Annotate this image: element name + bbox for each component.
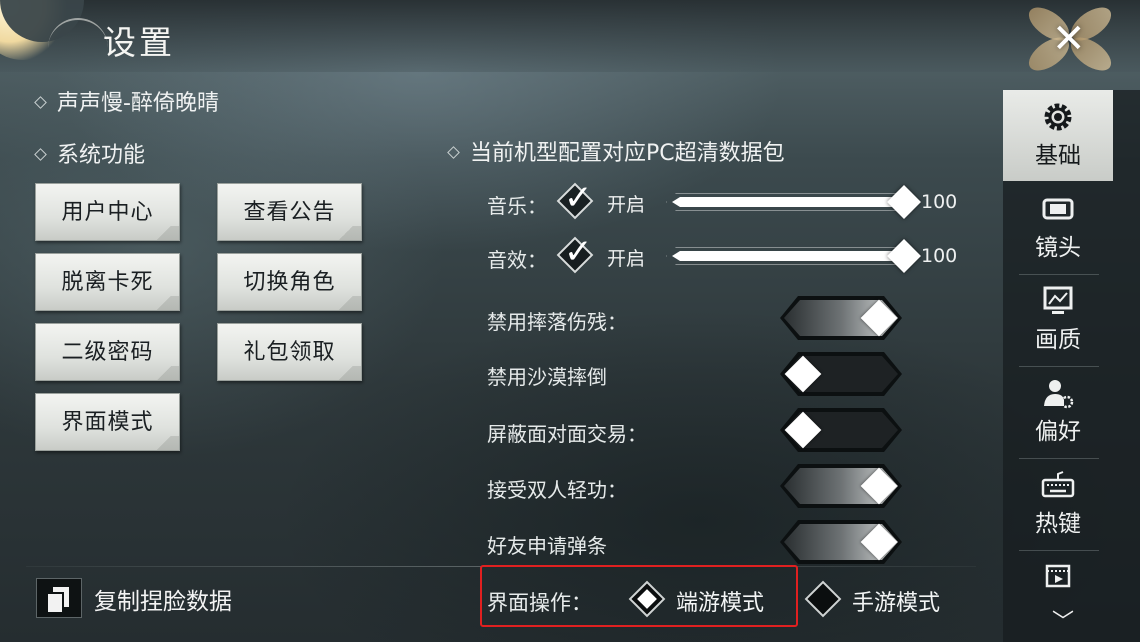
system-functions-heading: 系统功能 [34,137,146,169]
slider-handle[interactable] [887,185,921,219]
music-volume-value: 100 [921,191,958,213]
tab-camera[interactable]: 镜头 [1003,182,1113,273]
mobile-mode-radio[interactable] [804,580,842,618]
sfx-volume-slider[interactable] [666,239,921,273]
friend-request-popup-label: 好友申请弹条 [487,534,607,558]
keyboard-icon [1041,471,1075,498]
film-icon [1045,564,1071,588]
gear-icon [1044,103,1072,131]
close-button[interactable]: ✕ [1022,0,1118,78]
account-name-heading: 声声慢-醉倚晚晴 [34,85,219,117]
disable-fall-injury-toggle[interactable] [780,296,902,340]
block-trade-toggle[interactable] [780,408,902,452]
tab-graphics[interactable]: 画质 [1003,274,1113,365]
friend-request-popup-toggle[interactable] [780,520,902,564]
view-announcement-button[interactable]: 查看公告 [217,183,362,241]
interface-mode-button[interactable]: 界面模式 [35,393,180,451]
user-center-button[interactable]: 用户中心 [35,183,180,241]
gift-pack-button[interactable]: 礼包领取 [217,323,362,381]
title-bar: 设置 ✕ [0,0,1140,78]
tab-camera-label: 镜头 [1035,235,1081,261]
scroll-down-chevron-icon[interactable]: ﹀ [1052,604,1074,636]
accept-double-qinggong-toggle[interactable] [780,464,902,508]
sfx-enable-checkbox[interactable]: ✓ [556,232,594,274]
settings-screen: 设置 ✕ 声声慢-醉倚晚晴 系统功能 用户中心 查看公告 脱离卡死 切换角色 二… [0,0,1140,642]
close-x-icon: ✕ [1052,16,1086,62]
tab-preferences-label: 偏好 [1035,419,1081,445]
pc-mode-radio[interactable] [628,580,666,618]
disable-desert-fall-toggle[interactable] [780,352,902,396]
tab-hotkeys-label: 热键 [1035,511,1081,537]
disable-fall-injury-label: 禁用摔落伤残： [487,310,627,334]
music-enable-checkbox[interactable]: ✓ [556,178,594,220]
sfx-enable-label: 开启 [607,248,646,270]
check-icon: ✓ [564,232,593,272]
music-volume-slider[interactable] [666,185,921,219]
mobile-mode-label[interactable]: 手游模式 [852,585,940,617]
disable-desert-fall-label: 禁用沙漠摔倒 [487,365,607,389]
radio-frame [804,580,842,618]
unstuck-button[interactable]: 脱离卡死 [35,253,180,311]
ui-mode-label: 界面操作： [487,591,592,615]
secondary-password-button[interactable]: 二级密码 [35,323,180,381]
slider-track [672,197,906,207]
user-gear-icon [1044,380,1074,409]
music-label: 音乐： [487,194,547,218]
sfx-label: 音效： [487,248,547,272]
accept-double-qinggong-label: 接受双人轻功： [487,478,627,502]
slider-track [672,251,906,261]
tab-basic-label: 基础 [1035,143,1081,169]
tab-preferences[interactable]: 偏好 [1003,366,1113,457]
pc-data-pack-label: 当前机型配置对应PC超清数据包 [470,141,785,166]
sfx-volume-value: 100 [921,245,958,267]
account-name: 声声慢-醉倚晚晴 [57,91,219,116]
page-title: 设置 [103,23,175,62]
pc-mode-label[interactable]: 端游模式 [676,585,764,617]
slider-handle[interactable] [887,239,921,273]
monitor-icon [1043,286,1073,314]
camera-frame-icon [1042,198,1074,220]
diamond-bullet-icon [34,148,47,161]
tab-hotkeys[interactable]: 热键 [1003,458,1113,549]
diamond-bullet-icon [447,146,460,159]
copy-sheet-front [48,592,64,612]
music-enable-label: 开启 [607,194,646,216]
pc-data-pack-heading: 当前机型配置对应PC超清数据包 [447,135,785,167]
copy-icon [36,578,82,618]
check-icon: ✓ [564,178,593,218]
system-functions-label: 系统功能 [57,143,146,168]
tab-basic[interactable]: 基础 [1003,90,1113,181]
block-trade-label: 屏蔽面对面交易： [487,422,647,446]
switch-character-button[interactable]: 切换角色 [217,253,362,311]
copy-face-data-label: 复制捏脸数据 [94,589,232,615]
settings-tab-bar: 基础 镜头 画质 偏好 热键 [1003,90,1140,642]
tab-graphics-label: 画质 [1035,327,1081,353]
diamond-bullet-icon [34,96,47,109]
